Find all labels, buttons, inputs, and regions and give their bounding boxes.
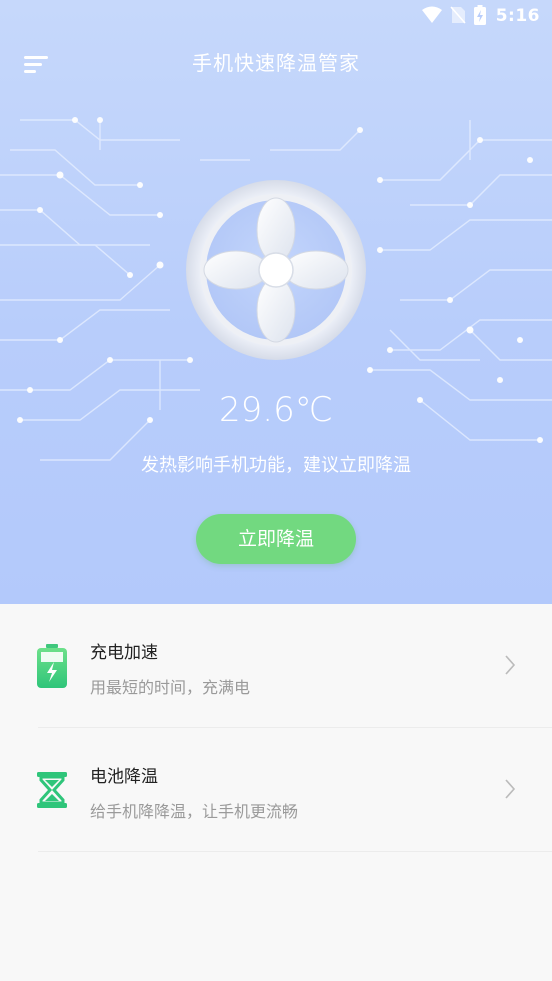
status-icons xyxy=(422,5,486,25)
battery-charging-icon xyxy=(474,5,486,25)
no-sim-icon xyxy=(450,6,466,24)
status-time: 5:16 xyxy=(495,6,540,26)
feature-subtitle: 用最短的时间，充满电 xyxy=(90,678,251,697)
feature-battery-cooling[interactable]: 电池降温 给手机降降温，让手机更流畅 xyxy=(0,728,552,852)
wifi-icon xyxy=(422,6,442,23)
chevron-right-icon xyxy=(505,779,516,799)
feature-charge-boost[interactable]: 充电加速 用最短的时间，充满电 xyxy=(0,604,552,728)
feature-subtitle: 给手机降降温，让手机更流畅 xyxy=(90,802,299,821)
feature-title: 电池降温 xyxy=(90,767,158,787)
fan-icon xyxy=(186,180,366,360)
hero-panel: 5:16 手机快速降温管家 29.6℃ 发热影响手机功能，建议立即降温 立即降温 xyxy=(0,0,552,604)
heat-warning-text: 发热影响手机功能，建议立即降温 xyxy=(141,455,411,476)
cool-now-button[interactable]: 立即降温 xyxy=(196,514,356,564)
divider xyxy=(38,851,552,852)
status-bar: 5:16 xyxy=(0,0,552,32)
chevron-right-icon xyxy=(505,655,516,675)
temperature-value: 29.6℃ xyxy=(219,390,333,430)
battery-charging-icon xyxy=(37,644,67,688)
feature-title: 充电加速 xyxy=(90,643,158,663)
hourglass-icon xyxy=(37,772,67,808)
app-title: 手机快速降温管家 xyxy=(192,51,360,75)
